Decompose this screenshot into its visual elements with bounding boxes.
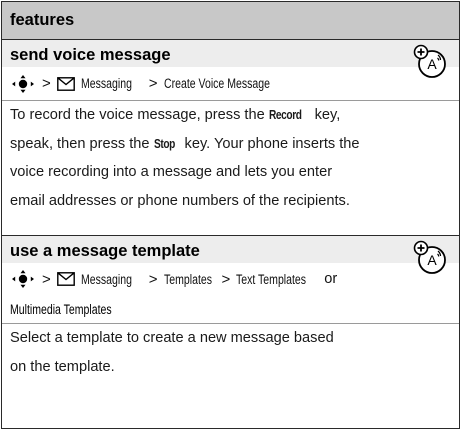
svg-text:A: A bbox=[427, 56, 437, 72]
menu-path-continued: Multimedia Templates bbox=[2, 295, 459, 323]
envelope-icon bbox=[56, 272, 75, 286]
path-separator: > bbox=[148, 270, 158, 288]
svg-text:A: A bbox=[427, 252, 437, 268]
menu-templates: Templates bbox=[163, 271, 212, 287]
text-line: on the template. bbox=[10, 358, 115, 375]
key-stop: Stop bbox=[153, 135, 175, 151]
header-title: features bbox=[10, 11, 75, 29]
menu-messaging: Messaging bbox=[80, 76, 132, 91]
table-header: features bbox=[2, 2, 459, 40]
nav-key-icon bbox=[12, 74, 34, 93]
voice-tts-icon: A bbox=[413, 44, 446, 78]
feature-send-voice-message: send voice message A > Messaging > Creat… bbox=[2, 40, 459, 236]
feature-description: Select a template to create a new messag… bbox=[2, 324, 459, 381]
menu-multimedia-templates: Multimedia Templates bbox=[10, 301, 112, 317]
text-line: Select a template to create a new messag… bbox=[10, 330, 334, 346]
envelope-icon bbox=[56, 76, 75, 91]
menu-create-voice-message: Create Voice Message bbox=[163, 76, 270, 91]
text-line: email addresses or phone numbers of the … bbox=[10, 192, 350, 209]
path-separator: > bbox=[221, 270, 231, 288]
menu-path: > Messaging > Create Voice Message bbox=[2, 67, 459, 100]
feature-title: use a message template bbox=[2, 236, 459, 263]
text-line: speak, then press the Stop key. Your pho… bbox=[10, 130, 453, 159]
text-line: voice recording into a message and lets … bbox=[10, 164, 333, 181]
features-table: features send voice message A > Messagin… bbox=[1, 1, 460, 429]
path-separator: > bbox=[42, 270, 51, 288]
feature-title: send voice message bbox=[2, 40, 459, 67]
nav-key-icon bbox=[12, 270, 34, 288]
key-record: Record bbox=[268, 107, 302, 122]
feature-use-message-template: use a message template A > Messaging > T… bbox=[2, 236, 459, 426]
path-separator: > bbox=[42, 75, 51, 92]
path-separator: > bbox=[148, 75, 158, 92]
menu-messaging: Messaging bbox=[80, 271, 132, 287]
text-line: To record the voice message, press the R… bbox=[10, 101, 453, 130]
feature-description: To record the voice message, press the R… bbox=[2, 101, 459, 215]
menu-path: > Messaging > Templates > Text Templates… bbox=[2, 263, 459, 295]
menu-text-templates: Text Templates bbox=[236, 271, 307, 287]
voice-tts-icon: A bbox=[413, 240, 446, 274]
path-or: or bbox=[324, 271, 338, 287]
